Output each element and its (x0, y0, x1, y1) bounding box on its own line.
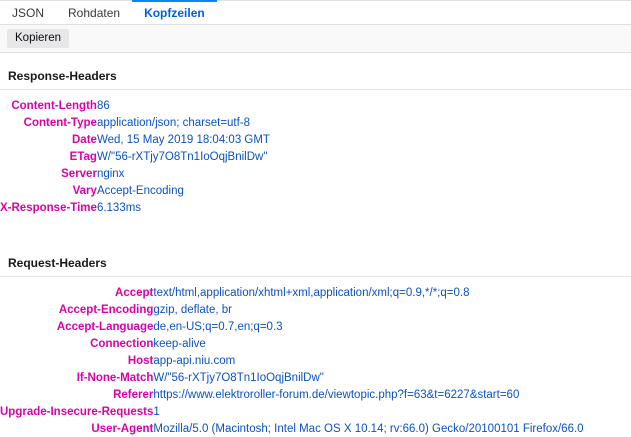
header-row: Accepttext/html,application/xhtml+xml,ap… (0, 284, 584, 301)
header-name: Server (0, 165, 97, 182)
header-value: app-api.niu.com (153, 352, 583, 369)
header-value: Wed, 15 May 2019 18:04:03 GMT (97, 131, 270, 148)
header-row: User-AgentMozilla/5.0 (Macintosh; Intel … (0, 420, 584, 437)
header-row: ETagW/"56-rXTjy7O8Tn1IoOqjBnilDw" (0, 148, 270, 165)
header-row: Accept-Languagede,en-US;q=0.7,en;q=0.3 (0, 318, 584, 335)
header-name: Accept-Encoding (0, 301, 153, 318)
header-value: text/html,application/xhtml+xml,applicat… (153, 284, 583, 301)
tab-json[interactable]: JSON (0, 1, 56, 24)
header-row: Accept-Encodinggzip, deflate, br (0, 301, 584, 318)
header-name: X-Response-Time (0, 199, 97, 216)
header-value: 1 (153, 403, 583, 420)
header-row: VaryAccept-Encoding (0, 182, 270, 199)
header-row: Content-Typeapplication/json; charset=ut… (0, 114, 270, 131)
headers-section: Response-Headers Content-Length86Content-… (0, 53, 631, 216)
headers-content: Response-Headers Content-Length86Content-… (0, 53, 631, 437)
header-row: Connectionkeep-alive (0, 335, 584, 352)
headers-table: Content-Length86Content-Typeapplication/… (0, 97, 270, 216)
section-title: Request-Headers (0, 240, 631, 277)
header-value: application/json; charset=utf-8 (97, 114, 270, 131)
header-name: Content-Type (0, 114, 97, 131)
headers-table: Accepttext/html,application/xhtml+xml,ap… (0, 284, 584, 437)
header-name: User-Agent (0, 420, 153, 437)
header-value: W/"56-rXTjy7O8Tn1IoOqjBnilDw" (153, 369, 583, 386)
header-row: X-Response-Time6.133ms (0, 199, 270, 216)
header-row: Upgrade-Insecure-Requests1 (0, 403, 584, 420)
tab-rohdaten[interactable]: Rohdaten (56, 1, 132, 24)
header-name: Accept-Language (0, 318, 153, 335)
header-value: de,en-US;q=0.7,en;q=0.3 (153, 318, 583, 335)
header-value: keep-alive (153, 335, 583, 352)
header-name: Connection (0, 335, 153, 352)
header-name: Date (0, 131, 97, 148)
header-value: Accept-Encoding (97, 182, 270, 199)
section-title: Response-Headers (0, 53, 631, 90)
header-value: gzip, deflate, br (153, 301, 583, 318)
copy-button[interactable]: Kopieren (7, 29, 69, 48)
header-row: Content-Length86 (0, 97, 270, 114)
header-name: If-None-Match (0, 369, 153, 386)
header-row: If-None-MatchW/"56-rXTjy7O8Tn1IoOqjBnilD… (0, 369, 584, 386)
header-name: Referer (0, 386, 153, 403)
header-value: 86 (97, 97, 270, 114)
tab-kopfzeilen[interactable]: Kopfzeilen (132, 1, 217, 24)
header-name: Content-Length (0, 97, 97, 114)
header-value: 6.133ms (97, 199, 270, 216)
header-value: https://www.elektroroller-forum.de/viewt… (153, 386, 583, 403)
header-row: Refererhttps://www.elektroroller-forum.d… (0, 386, 584, 403)
header-name: Host (0, 352, 153, 369)
header-value: Mozilla/5.0 (Macintosh; Intel Mac OS X 1… (153, 420, 583, 437)
header-value: nginx (97, 165, 270, 182)
header-name: ETag (0, 148, 97, 165)
tab-bar: JSONRohdatenKopfzeilen (0, 0, 631, 25)
header-name: Upgrade-Insecure-Requests (0, 403, 153, 420)
headers-toolbar: Kopieren (0, 25, 631, 53)
header-name: Accept (0, 284, 153, 301)
headers-section: Request-Headers Accepttext/html,applicati… (0, 240, 631, 437)
header-row: Hostapp-api.niu.com (0, 352, 584, 369)
header-value: W/"56-rXTjy7O8Tn1IoOqjBnilDw" (97, 148, 270, 165)
devtools-headers-panel: JSONRohdatenKopfzeilen Kopieren Response… (0, 0, 631, 437)
header-name: Vary (0, 182, 97, 199)
header-row: DateWed, 15 May 2019 18:04:03 GMT (0, 131, 270, 148)
header-row: Servernginx (0, 165, 270, 182)
